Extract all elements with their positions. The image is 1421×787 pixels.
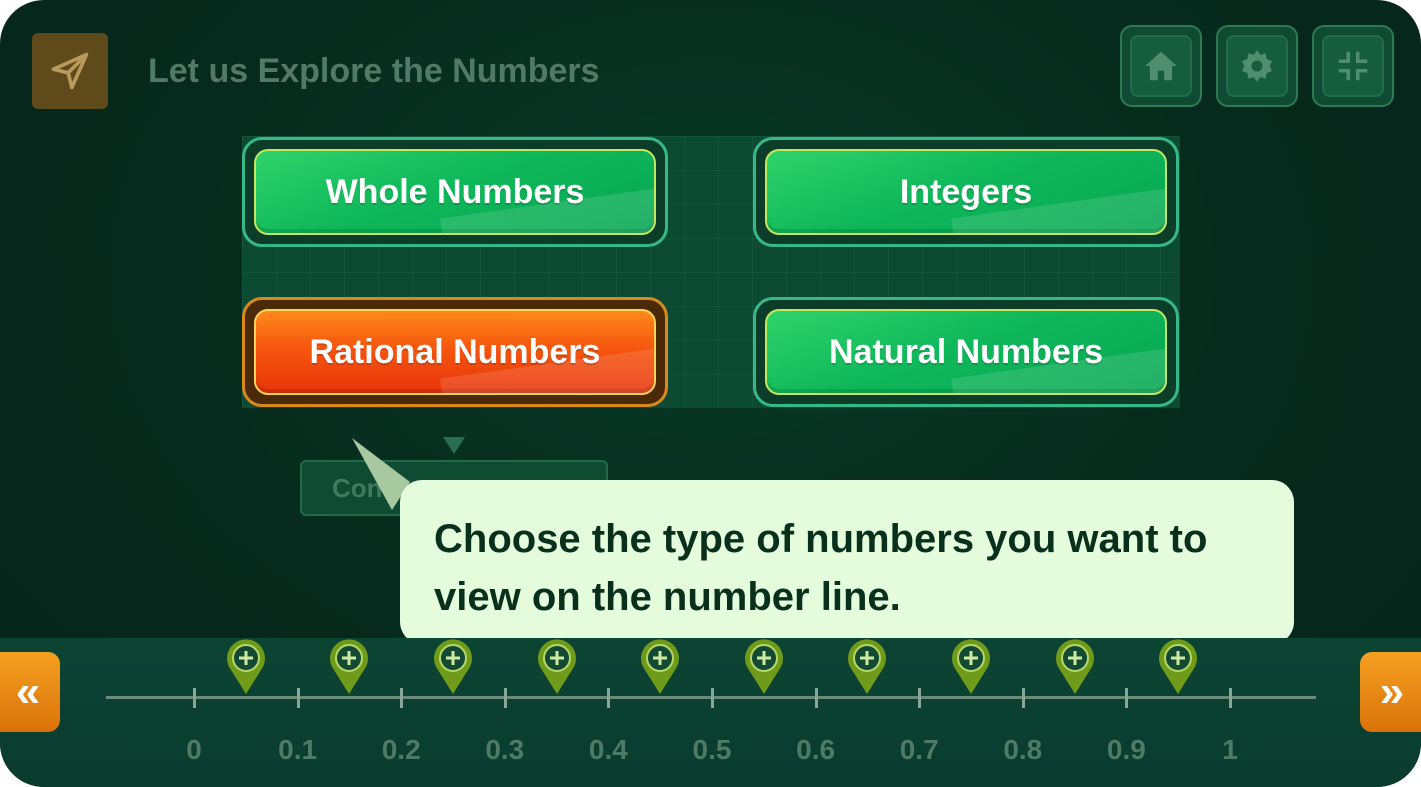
plus-pin-icon[interactable] [432,636,474,696]
tick-label: 0.8 [1003,734,1043,765]
app-frame: Let us Explore the Numbers Whole Numbers… [0,0,1421,787]
plus-pin-icon[interactable] [328,636,370,696]
tick-label: 0.9 [1106,734,1146,765]
number-line-tick [193,688,196,708]
natural-numbers-button[interactable]: Natural Numbers [753,297,1179,407]
tick-label: 0.6 [796,734,836,765]
tooltip-text: Choose the type of numbers you want to v… [434,517,1208,619]
next-button[interactable]: » [1360,652,1421,732]
rational-numbers-button[interactable]: Rational Numbers [242,297,668,407]
plus-pin-icon[interactable] [1157,636,1199,696]
plus-pin-icon[interactable] [1054,636,1096,696]
home-icon [1145,51,1177,81]
tick-label: 0.5 [692,734,732,765]
page-title: Let us Explore the Numbers [148,52,600,90]
gear-icon [1241,50,1273,82]
instruction-tooltip: Choose the type of numbers you want to v… [400,480,1294,644]
number-line-tick [1021,688,1025,708]
plus-pin-icon[interactable] [639,636,681,696]
integers-button[interactable]: Integers [753,137,1179,247]
whole-numbers-label: Whole Numbers [325,172,585,211]
number-line-tick [1125,688,1129,708]
natural-numbers-label: Natural Numbers [829,332,1103,371]
tick-label: 0.1 [278,734,318,765]
previous-button[interactable]: « [0,652,60,732]
compress-icon [1338,51,1368,81]
plus-pin-icon[interactable] [846,636,888,696]
tick-label: 0.7 [899,734,939,765]
number-line-tick [607,688,611,708]
whole-numbers-button[interactable]: Whole Numbers [242,137,668,247]
number-line-tick [711,688,714,708]
number-line-tick [503,688,507,708]
double-chevron-left-icon: « [15,667,41,716]
plus-pin-icon[interactable] [536,636,578,696]
number-line-tick [296,688,300,708]
tick-label: 0.2 [381,734,421,765]
number-line-tick [918,688,922,708]
double-chevron-right-icon: » [1379,667,1405,716]
tick-label: 1 [1222,734,1238,765]
fullscreen-exit-button[interactable] [1312,25,1394,107]
number-line-tick [814,688,818,708]
settings-button[interactable] [1216,25,1298,107]
plus-pin-icon[interactable] [950,636,992,696]
home-button[interactable] [1120,25,1202,107]
integers-label: Integers [899,172,1033,211]
number-line-tick [1229,688,1232,708]
tick-label: 0.3 [485,734,525,765]
number-line-tick [400,688,404,708]
tick-label: 0.4 [588,734,628,765]
tick-label: 0 [186,734,202,765]
plus-pin-icon[interactable] [225,636,267,696]
rational-numbers-label: Rational Numbers [309,332,601,371]
plus-pin-icon[interactable] [743,636,785,696]
app-icon [32,33,108,109]
down-arrow-icon [443,437,465,454]
paper-plane-icon [51,52,89,90]
